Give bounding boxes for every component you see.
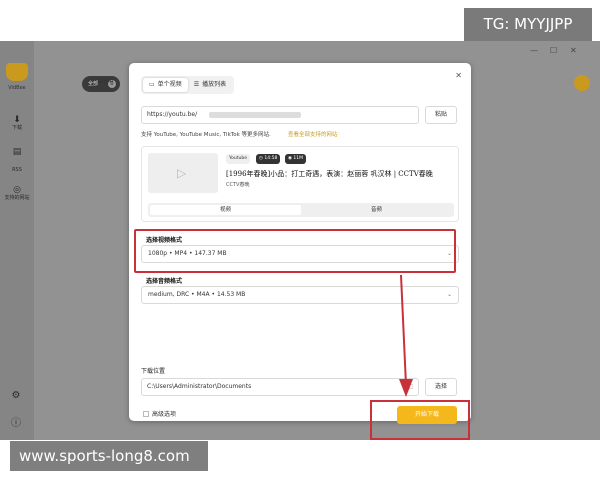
sidebar-item-label: 下载 bbox=[11, 125, 22, 131]
tab-single-video[interactable]: ▭ 单个视频 bbox=[143, 78, 188, 92]
sidebar-item-history[interactable]: ▤ bbox=[2, 147, 32, 157]
advanced-options-label: 高级选项 bbox=[152, 411, 177, 418]
duration-value: 14:58 bbox=[264, 156, 278, 161]
folder-icon[interactable]: 🗀 bbox=[406, 379, 413, 395]
sidebar-item-label: 支持的网站 bbox=[4, 195, 30, 201]
clock-icon: ◷ bbox=[259, 156, 263, 161]
tab-in-progress[interactable]: 进行中 bbox=[98, 78, 113, 85]
tab-playlist[interactable]: ☰ 播放列表 bbox=[188, 78, 232, 92]
video-card: ▷ Youtube ◷ 14:58 ◉ 11M [1996年春晚]小品：打工奇遇… bbox=[141, 146, 459, 222]
app-sidebar: VidBee ⬇ 下载 ▤ RSS ◎ 支持的网站 ⚙ ⓘ bbox=[0, 41, 34, 440]
watermark-tg: TG: MYYJJPP bbox=[464, 8, 592, 41]
close-window-icon[interactable]: ✕ bbox=[570, 46, 577, 55]
download-path-input[interactable]: C:\Users\Administrator\Documents 🗀 bbox=[141, 378, 419, 396]
download-icon: ⬇ bbox=[13, 115, 21, 125]
tab-video[interactable]: 视频 bbox=[150, 205, 301, 215]
tab-all-label: 全部 bbox=[88, 81, 99, 87]
video-title: [1996年春晚]小品：打工奇遇，表演：赵丽蓉 巩汉林 | CCTV春晚 bbox=[226, 170, 433, 178]
sidebar-item-supported-sites[interactable]: ◎ 支持的网站 bbox=[2, 185, 32, 202]
media-type-tabs: 视频 音频 bbox=[148, 203, 454, 217]
download-dialog: ✕ ▭ 单个视频 ☰ 播放列表 https://youtu.be/ 粘贴 支持 … bbox=[129, 63, 471, 440]
source-badge: Youtube bbox=[226, 154, 250, 164]
tab-label: 播放列表 bbox=[202, 81, 227, 88]
eye-icon: ◉ bbox=[288, 156, 292, 161]
page: VidBee ⬇ 下载 ▤ RSS ◎ 支持的网站 ⚙ ⓘ 全部 0 进行中 —… bbox=[0, 0, 600, 480]
mode-switch: ▭ 单个视频 ☰ 播放列表 bbox=[141, 76, 235, 94]
views-value: 11M bbox=[293, 156, 303, 161]
info-icon[interactable]: ⓘ bbox=[7, 415, 25, 433]
tab-audio[interactable]: 音频 bbox=[301, 205, 452, 215]
support-text: 支持 YouTube, YouTube Music, TikTok 等更多网站. bbox=[141, 132, 271, 138]
close-icon[interactable]: ✕ bbox=[455, 71, 462, 80]
video-thumbnail: ▷ bbox=[148, 153, 218, 193]
choose-folder-button[interactable]: 选择 bbox=[425, 378, 457, 396]
download-location-label: 下载位置 bbox=[141, 368, 166, 375]
audio-format-select[interactable]: medium, DRC • M4A • 14.53 MB ⌄ bbox=[141, 286, 459, 304]
history-icon: ▤ bbox=[12, 147, 22, 157]
checkbox-icon bbox=[143, 411, 149, 417]
redacted-url-part bbox=[209, 112, 301, 118]
audio-format-value: medium, DRC • M4A • 14.53 MB bbox=[148, 291, 246, 298]
logo-text: VidBee bbox=[8, 85, 26, 91]
supported-sites-link[interactable]: 查看全部支持的网站 bbox=[288, 130, 338, 138]
avatar[interactable] bbox=[574, 75, 590, 91]
watermark-site: www.sports-long8.com bbox=[10, 441, 208, 471]
app-screenshot: VidBee ⬇ 下载 ▤ RSS ◎ 支持的网站 ⚙ ⓘ 全部 0 进行中 —… bbox=[0, 41, 600, 440]
check-circle-icon: ◎ bbox=[13, 185, 21, 195]
minimize-icon[interactable]: — bbox=[530, 46, 538, 55]
paste-button[interactable]: 粘贴 bbox=[425, 106, 457, 124]
audio-format-label: 选择音频格式 bbox=[146, 278, 183, 285]
advanced-options-toggle[interactable]: 高级选项 bbox=[143, 409, 176, 418]
sidebar-item-label: RSS bbox=[12, 167, 22, 173]
video-icon: ▭ bbox=[149, 81, 155, 88]
list-icon: ☰ bbox=[193, 81, 200, 88]
settings-icon[interactable]: ⚙ bbox=[7, 387, 25, 405]
duration-badge: ◷ 14:58 bbox=[256, 154, 281, 164]
views-badge: ◉ 11M bbox=[285, 154, 306, 164]
tab-label: 单个视频 bbox=[157, 81, 182, 88]
maximize-icon[interactable]: ☐ bbox=[550, 46, 557, 55]
play-icon: ▷ bbox=[177, 166, 187, 180]
video-channel: CCTV春晚 bbox=[226, 182, 250, 188]
download-path-value: C:\Users\Administrator\Documents bbox=[147, 383, 252, 390]
logo-icon bbox=[6, 63, 28, 81]
start-download-highlight bbox=[370, 400, 470, 440]
sidebar-item-rss[interactable]: RSS bbox=[2, 167, 32, 174]
chevron-down-icon: ⌄ bbox=[446, 291, 452, 298]
video-format-highlight bbox=[134, 229, 456, 273]
sidebar-item-download[interactable]: ⬇ 下载 bbox=[2, 115, 32, 132]
